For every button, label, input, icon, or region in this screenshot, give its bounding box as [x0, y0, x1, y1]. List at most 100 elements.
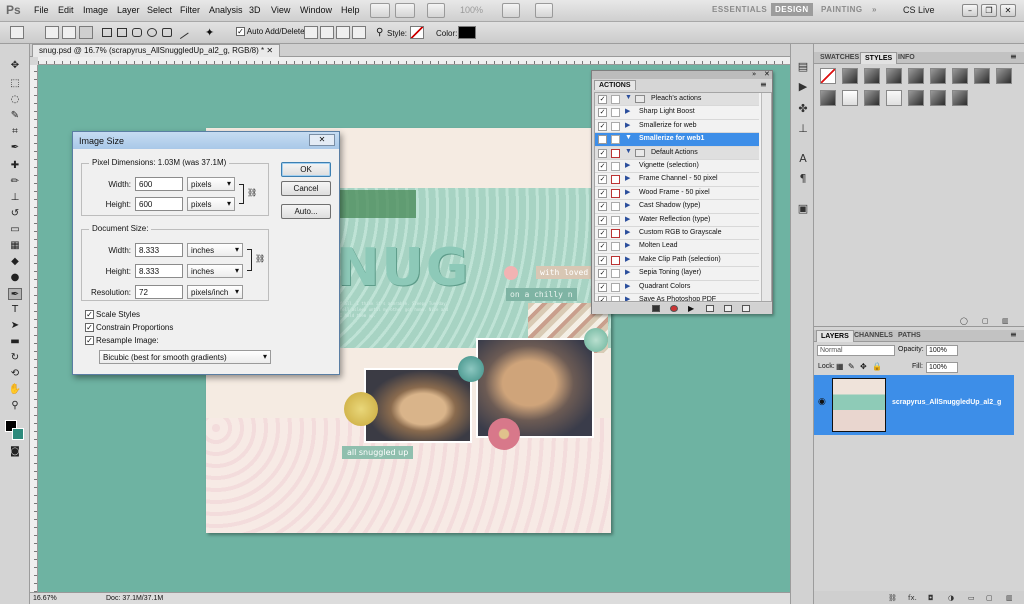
- style-swatch[interactable]: [864, 68, 880, 84]
- launch-minibridge-button[interactable]: [395, 3, 415, 18]
- close-tab-icon[interactable]: ✕: [266, 46, 273, 55]
- menu-layer[interactable]: Layer: [117, 5, 140, 15]
- pixel-width-input[interactable]: 600: [135, 177, 183, 191]
- action-toggle-checkbox[interactable]: ✓: [598, 269, 607, 279]
- menu-analysis[interactable]: Analysis: [209, 5, 243, 15]
- minimize-button[interactable]: –: [962, 4, 978, 17]
- layer-row[interactable]: ◉ scrapyrus_AllSnuggledUp_al2_g: [814, 375, 1014, 435]
- path-combine-subtract-icon[interactable]: [320, 26, 334, 39]
- eyedropper-tool-icon[interactable]: ✒: [8, 142, 22, 154]
- type-tool-icon[interactable]: T: [8, 304, 22, 316]
- paragraph-panel-icon[interactable]: ¶: [796, 172, 810, 185]
- link-icon[interactable]: ⚲: [376, 27, 383, 38]
- style-clear-icon[interactable]: ◯: [960, 317, 968, 325]
- action-row[interactable]: ✓ ▶ Custom RGB to Grayscale: [595, 227, 759, 241]
- adjustment-layer-icon[interactable]: ◑: [948, 594, 954, 602]
- resolution-input[interactable]: 72: [135, 285, 183, 299]
- brush-tool-icon[interactable]: ✏: [8, 176, 22, 188]
- style-none-swatch[interactable]: [820, 68, 836, 84]
- dialog-toggle-checkbox[interactable]: [611, 255, 620, 265]
- action-toggle-checkbox[interactable]: ✓: [598, 255, 607, 265]
- tab-paths[interactable]: PATHS: [894, 330, 925, 342]
- action-toggle-checkbox[interactable]: ✓: [598, 282, 607, 292]
- action-row[interactable]: ✓ ▶ Wood Frame - 50 pixel: [595, 187, 759, 201]
- action-row[interactable]: ✓ ▶ Sharp Light Boost: [595, 106, 759, 120]
- expand-down-icon[interactable]: ▼: [625, 148, 632, 155]
- expand-down-icon[interactable]: ▼: [625, 134, 632, 141]
- add-mask-icon[interactable]: ◘: [928, 594, 934, 602]
- action-row[interactable]: ✓ ▶ Molten Lead: [595, 240, 759, 254]
- style-swatch[interactable]: [842, 68, 858, 84]
- styles-panel-menu-icon[interactable]: ≡: [1010, 52, 1017, 61]
- doc-size-readout[interactable]: Doc: 37.1M/37.1M: [106, 595, 163, 602]
- action-row[interactable]: ✓ ▶ Sepia Toning (layer): [595, 267, 759, 281]
- cancel-button[interactable]: Cancel: [281, 181, 331, 196]
- new-set-icon[interactable]: [706, 305, 714, 312]
- style-swatch[interactable]: [952, 90, 968, 106]
- actions-tab[interactable]: ACTIONS: [594, 80, 636, 90]
- action-toggle-checkbox[interactable]: ✓: [598, 148, 607, 158]
- action-toggle-checkbox[interactable]: ✓: [598, 95, 607, 104]
- action-toggle-checkbox[interactable]: ✓: [598, 121, 607, 131]
- tab-layers[interactable]: LAYERS: [816, 330, 854, 342]
- fill-pixels-icon[interactable]: [79, 26, 93, 39]
- play-icon[interactable]: ▶: [688, 305, 696, 313]
- dialog-toggle-checkbox[interactable]: [611, 148, 620, 158]
- menu-image[interactable]: Image: [83, 5, 108, 15]
- lasso-tool-icon[interactable]: ◌: [8, 94, 22, 106]
- pixel-height-unit-select[interactable]: pixels: [187, 197, 235, 211]
- line-shape-icon[interactable]: [175, 25, 189, 40]
- expand-right-icon[interactable]: ▶: [625, 228, 630, 236]
- workspace-painting[interactable]: PAINTING: [821, 5, 863, 14]
- style-swatch[interactable]: [996, 68, 1012, 84]
- pixel-height-input[interactable]: 600: [135, 197, 183, 211]
- doc-width-unit-select[interactable]: inches: [187, 243, 243, 257]
- pen-shape-icon[interactable]: [102, 28, 112, 37]
- style-delete-icon[interactable]: ▥: [1002, 317, 1009, 325]
- style-swatch[interactable]: [842, 90, 858, 106]
- pen-tool-icon[interactable]: ✒: [8, 288, 22, 300]
- actions-panel-menu-icon[interactable]: ≡: [760, 80, 767, 89]
- dialog-close-button[interactable]: ✕: [309, 134, 335, 146]
- screen-mode-button[interactable]: [535, 3, 553, 18]
- new-layer-icon[interactable]: ▢: [986, 594, 993, 602]
- expand-down-icon[interactable]: ▼: [625, 94, 632, 101]
- dialog-toggle-checkbox[interactable]: [611, 162, 620, 171]
- gradient-tool-icon[interactable]: ▦: [8, 240, 22, 252]
- action-row[interactable]: ✓ ▶ Water Reflection (type): [595, 214, 759, 227]
- ellipse-shape-icon[interactable]: [147, 28, 157, 37]
- action-row[interactable]: ✓ ▶ Cast Shadow (type): [595, 200, 759, 214]
- rectangle-shape-icon[interactable]: [117, 28, 127, 37]
- eraser-tool-icon[interactable]: ▭: [8, 224, 22, 236]
- dialog-toggle-checkbox[interactable]: [611, 188, 620, 198]
- layer-thumbnail[interactable]: [832, 378, 886, 432]
- zoom-level-dropdown[interactable]: 100%: [460, 5, 483, 15]
- action-toggle-checkbox[interactable]: ✓: [598, 242, 607, 252]
- view-extras-button[interactable]: [427, 3, 445, 18]
- lock-image-icon[interactable]: ✎: [848, 362, 855, 371]
- expand-right-icon[interactable]: ▶: [625, 282, 630, 290]
- lock-all-icon[interactable]: 🔒: [872, 362, 882, 371]
- dialog-toggle-checkbox[interactable]: [611, 242, 620, 252]
- fill-input[interactable]: 100%: [926, 362, 958, 373]
- vertical-ruler[interactable]: [30, 65, 38, 592]
- expand-right-icon[interactable]: ▶: [625, 161, 630, 169]
- close-panel-icon[interactable]: ✕: [764, 70, 770, 78]
- blur-tool-icon[interactable]: ◆: [8, 256, 22, 268]
- dialog-toggle-checkbox[interactable]: [611, 121, 620, 131]
- new-action-icon[interactable]: [724, 305, 732, 312]
- menu-file[interactable]: File: [34, 5, 49, 15]
- menu-window[interactable]: Window: [300, 5, 332, 15]
- action-toggle-checkbox[interactable]: ✓: [598, 188, 607, 198]
- arrange-documents-button[interactable]: [502, 3, 520, 18]
- lock-transparency-icon[interactable]: ▦: [836, 362, 844, 371]
- quick-select-tool-icon[interactable]: ✎: [8, 110, 22, 122]
- dialog-toggle-checkbox[interactable]: [611, 108, 620, 118]
- layer-name[interactable]: scrapyrus_AllSnuggledUp_al2_g: [892, 399, 1001, 406]
- actions-scrollbar[interactable]: [761, 93, 771, 301]
- dialog-toggle-checkbox[interactable]: [611, 135, 620, 145]
- menu-view[interactable]: View: [271, 5, 290, 15]
- link-layers-icon[interactable]: ⛓: [888, 594, 897, 602]
- action-row[interactable]: ✓ ▶ Smallerize for web: [595, 120, 759, 134]
- style-swatch[interactable]: [974, 68, 990, 84]
